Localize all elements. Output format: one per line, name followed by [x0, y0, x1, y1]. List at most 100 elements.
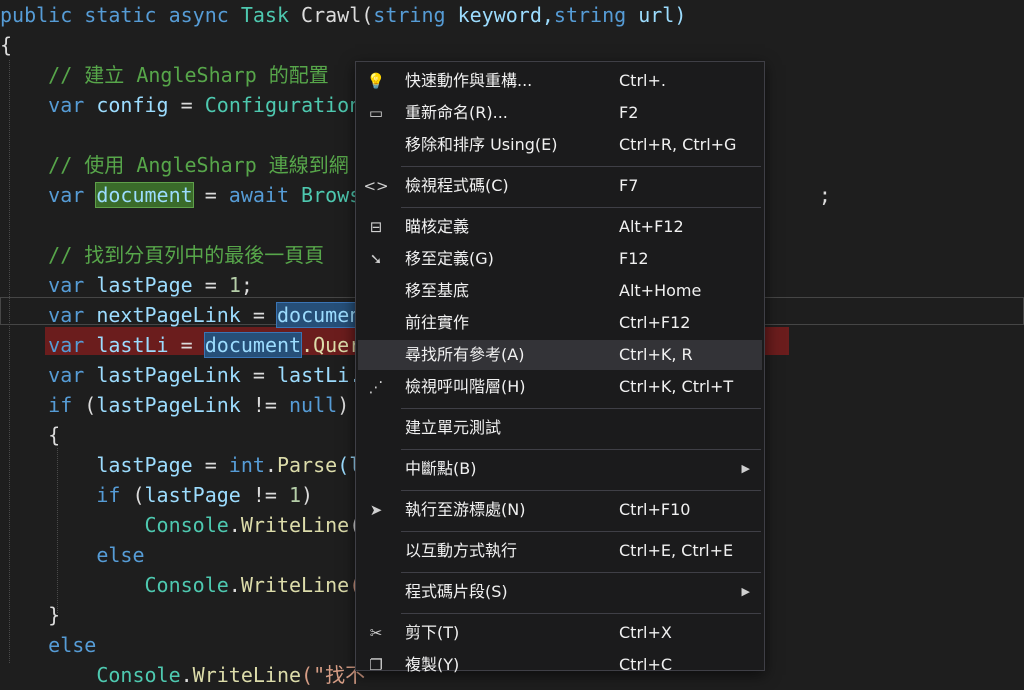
code-token: string — [373, 3, 458, 27]
menu-item[interactable]: 程式碼片段(S) ▶ — [358, 577, 762, 607]
lightbulb-icon: 💡 — [366, 72, 386, 90]
code-token: = — [204, 273, 229, 297]
code-token: = — [204, 453, 229, 477]
code-token: // 建立 AngleSharp 的配置 — [0, 63, 329, 87]
code-line[interactable]: var lastPage = 1; — [0, 270, 253, 300]
menu-item-shortcut: Ctrl+. — [619, 71, 666, 90]
code-line[interactable]: if (lastPageLink != null) — [0, 390, 349, 420]
menu-separator — [401, 207, 761, 208]
code-token: int — [228, 453, 265, 477]
code-token: lastPage — [144, 483, 253, 507]
code-line[interactable]: // 使用 AngleSharp 連線到網 — [0, 150, 349, 180]
menu-separator — [401, 613, 761, 614]
code-line[interactable]: { — [0, 420, 60, 450]
menu-item[interactable]: 移除和排序 Using(E) Ctrl+R, Ctrl+G — [358, 130, 762, 160]
menu-item[interactable]: <> 檢視程式碼(C) F7 — [358, 171, 762, 201]
code-line[interactable]: public static async Task Crawl(string ke… — [0, 0, 686, 30]
code-token: ; — [240, 273, 253, 297]
code-line[interactable]: if (lastPage != 1) — [0, 480, 313, 510]
code-token: lastPage — [96, 453, 205, 477]
menu-item-label: 移至基底 — [405, 281, 470, 300]
menu-item[interactable]: ⋰ 檢視呼叫階層(H) Ctrl+K, Ctrl+T — [358, 372, 762, 402]
menu-item-shortcut: Ctrl+F10 — [619, 500, 691, 519]
code-token: Task — [240, 3, 302, 27]
code-token: != — [252, 483, 289, 507]
code-line[interactable]: } — [0, 600, 60, 630]
go-to-definition-icon: ➘ — [369, 250, 383, 268]
code-token: document — [95, 182, 194, 208]
code-token: . — [228, 573, 241, 597]
code-line[interactable]: else — [0, 630, 96, 660]
code-line[interactable]: Console.WriteLine($ — [0, 510, 374, 540]
code-token: // 使用 AngleSharp 連線到網 — [0, 153, 349, 177]
submenu-arrow-icon: ▶ — [741, 585, 750, 598]
menu-item-label: 複製(Y) — [405, 655, 460, 674]
code-line[interactable]: lastPage = int.Parse(la — [0, 450, 373, 480]
code-token: nextPageLink — [96, 303, 253, 327]
menu-item[interactable]: 以互動方式執行 Ctrl+E, Ctrl+E — [358, 536, 762, 566]
code-line[interactable]: Console.WriteLine(" — [0, 570, 374, 600]
menu-item[interactable]: 移至基底 Alt+Home — [358, 276, 762, 306]
menu-item-label: 建立單元測試 — [405, 418, 502, 437]
code-token: var — [48, 183, 97, 207]
menu-item-label: 程式碼片段(S) — [405, 582, 508, 601]
menu-item-label: 中斷點(B) — [405, 459, 477, 478]
code-token: else — [48, 633, 97, 657]
code-token: config — [96, 93, 181, 117]
menu-item[interactable]: 中斷點(B) ▶ — [358, 454, 762, 484]
menu-item-shortcut: F7 — [619, 176, 639, 195]
code-token: lastLi — [96, 333, 181, 357]
menu-item-label: 移至定義(G) — [405, 249, 494, 268]
code-token: else — [96, 543, 145, 567]
code-line[interactable]: // 建立 AngleSharp 的配置 — [0, 60, 329, 90]
menu-item[interactable]: 前往實作 Ctrl+F12 — [358, 308, 762, 338]
code-token: != — [252, 393, 290, 417]
code-token: if — [48, 393, 85, 417]
code-token: { — [0, 423, 61, 447]
menu-item-shortcut: Ctrl+C — [619, 655, 673, 674]
menu-item-shortcut: Ctrl+F12 — [619, 313, 691, 332]
menu-item[interactable]: ✂ 剪下(T) Ctrl+X — [358, 618, 762, 648]
code-line[interactable]: var config = Configuration. — [0, 90, 373, 120]
code-line[interactable]: else — [0, 540, 145, 570]
menu-item-shortcut: Ctrl+K, Ctrl+T — [619, 377, 734, 396]
menu-item[interactable]: ➤ 執行至游標處(N) Ctrl+F10 — [358, 495, 762, 525]
submenu-arrow-icon: ▶ — [741, 462, 750, 475]
code-token: keyword, — [457, 3, 554, 27]
menu-item[interactable]: ▭ 重新命名(R)... F2 — [358, 98, 762, 128]
copy-icon: ❐ — [369, 656, 383, 674]
menu-item[interactable]: 💡 快速動作與重構... Ctrl+. — [358, 66, 762, 96]
code-line[interactable]: Console.WriteLine("找不 — [0, 660, 365, 690]
code-token: { — [0, 33, 13, 57]
code-token: var — [48, 333, 97, 357]
menu-item[interactable]: 建立單元測試 — [358, 413, 762, 443]
menu-separator — [401, 166, 761, 167]
menu-item[interactable]: ❐ 複製(Y) Ctrl+C — [358, 650, 762, 680]
menu-item-label: 尋找所有參考(A) — [405, 345, 525, 364]
menu-separator — [401, 531, 761, 532]
menu-item-label: 檢視程式碼(C) — [405, 176, 509, 195]
menu-item[interactable]: ➘ 移至定義(G) F12 — [358, 244, 762, 274]
menu-item-shortcut: F2 — [619, 103, 639, 122]
code-token: var — [48, 303, 97, 327]
code-token: lastPage — [96, 273, 205, 297]
menu-item-shortcut: Ctrl+X — [619, 623, 672, 642]
menu-item[interactable]: ⊟ 瞄核定義 Alt+F12 — [358, 212, 762, 242]
menu-item-label: 重新命名(R)... — [405, 103, 508, 122]
code-line[interactable]: // 找到分頁列中的最後一頁頁 — [0, 240, 324, 270]
menu-separator — [401, 572, 761, 573]
code-line[interactable]: { — [0, 30, 12, 60]
menu-item[interactable]: 尋找所有參考(A) Ctrl+K, R — [358, 340, 762, 370]
code-line[interactable]: var lastPageLink = lastLi.P — [0, 360, 373, 390]
code-token: Console — [96, 663, 181, 687]
code-token: = — [180, 333, 205, 357]
